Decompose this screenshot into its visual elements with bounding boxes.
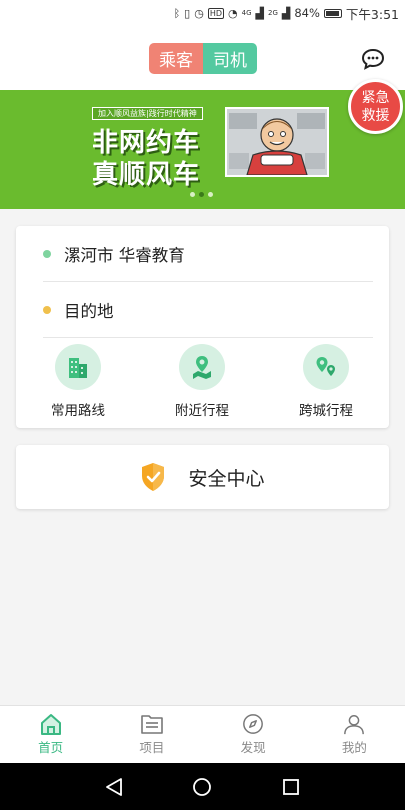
home-icon <box>40 714 61 735</box>
safety-center-button[interactable]: 安全中心 <box>16 445 389 509</box>
quick-action-intercity-trips[interactable]: 跨城行程 <box>281 344 371 419</box>
bottom-nav: 首页 项目 发现 我的 <box>0 705 405 763</box>
role-switch: 乘客 司机 <box>149 43 257 74</box>
promo-banner[interactable]: 加入顺风益族|践行时代精神 非网约车 真顺风车 <box>0 90 405 209</box>
hd-badge: HD <box>207 7 225 19</box>
recents-button[interactable] <box>280 776 302 798</box>
nav-profile[interactable]: 我的 <box>304 706 405 763</box>
quick-action-label: 附近行程 <box>175 403 229 419</box>
home-system-button[interactable] <box>191 776 213 798</box>
back-triangle-icon <box>106 777 123 796</box>
back-button[interactable] <box>103 776 125 798</box>
map-pin-icon <box>179 344 225 390</box>
bluetooth-icon: ᛒ <box>173 6 181 20</box>
wifi-icon: ◔ <box>228 6 238 20</box>
chat-bubble-icon <box>361 48 385 70</box>
alarm-icon: ◷ <box>194 6 204 20</box>
destination-field[interactable]: 目的地 <box>16 282 389 337</box>
system-navigation-bar <box>0 763 405 810</box>
emergency-rescue-button[interactable]: 紧急 救援 <box>348 79 403 134</box>
user-icon <box>344 715 365 735</box>
trip-card: 漯河市 华睿教育 目的地 常用路线 附近行程 跨城行程 <box>16 226 389 428</box>
banner-title-line2: 真顺风车 <box>92 160 201 190</box>
tab-driver[interactable]: 司机 <box>203 43 257 74</box>
banner-tagline: 加入顺风益族|践行时代精神 <box>92 107 203 120</box>
signal-icon: ▟ <box>255 6 264 20</box>
page-dot <box>208 192 213 197</box>
battery-percent: 84% <box>294 6 320 20</box>
emergency-label-line1: 紧急 <box>361 89 390 106</box>
home-circle-icon <box>193 777 212 796</box>
network-2g-label: 2G <box>268 9 278 17</box>
page-dot <box>190 192 195 197</box>
app-header: 乘客 司机 <box>0 26 405 90</box>
network-4g-label: 4G <box>241 9 252 17</box>
quick-action-label: 常用路线 <box>51 403 105 419</box>
status-bar: ᛒ ▯ ◷ HD ◔ 4G ▟ 2G ▟ 84% 下午3:51 <box>0 0 405 26</box>
compass-icon <box>243 714 264 734</box>
quick-action-nearby-trips[interactable]: 附近行程 <box>157 344 247 419</box>
route-pins-icon <box>303 344 349 390</box>
destination-dot <box>43 305 51 314</box>
quick-action-common-routes[interactable]: 常用路线 <box>33 344 123 419</box>
nav-projects[interactable]: 项目 <box>101 706 202 763</box>
nav-discover-label: 发现 <box>240 740 266 755</box>
destination-text: 目的地 <box>64 301 114 321</box>
battery-icon <box>323 8 342 18</box>
message-button[interactable] <box>361 48 385 70</box>
quick-action-label: 跨城行程 <box>299 403 353 419</box>
banner-pagination <box>190 192 213 197</box>
nav-home[interactable]: 首页 <box>0 706 101 763</box>
nav-profile-label: 我的 <box>341 740 367 755</box>
origin-text: 漯河市 华睿教育 <box>64 245 185 265</box>
origin-field[interactable]: 漯河市 华睿教育 <box>16 226 389 281</box>
clock: 下午3:51 <box>345 6 399 22</box>
origin-dot <box>43 249 51 258</box>
folder-list-icon <box>141 715 163 734</box>
shield-check-icon <box>142 463 165 491</box>
safety-center-label: 安全中心 <box>188 467 265 490</box>
tab-passenger[interactable]: 乘客 <box>149 43 203 74</box>
nav-projects-label: 项目 <box>139 740 165 755</box>
emergency-label-line2: 救援 <box>361 107 390 124</box>
recents-square-icon <box>282 778 299 795</box>
driver-illustration <box>225 107 329 177</box>
page-dot-active <box>199 192 204 197</box>
nav-home-label: 首页 <box>38 740 64 755</box>
buildings-icon <box>55 344 101 390</box>
vibrate-icon: ▯ <box>184 6 191 20</box>
nav-discover[interactable]: 发现 <box>203 706 304 763</box>
signal-icon-2: ▟ <box>281 6 291 20</box>
divider <box>43 337 373 338</box>
